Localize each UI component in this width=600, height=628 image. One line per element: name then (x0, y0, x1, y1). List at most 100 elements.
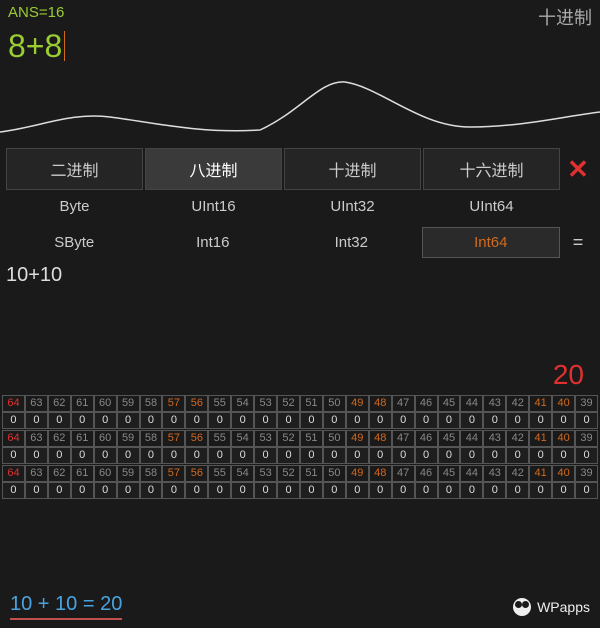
type-button[interactable]: UInt32 (284, 192, 421, 221)
bit-value[interactable]: 0 (185, 447, 208, 464)
bit-value[interactable]: 0 (506, 447, 529, 464)
bit-value[interactable]: 0 (323, 412, 346, 429)
expression-input[interactable]: 8+8 (0, 30, 600, 62)
bit-value[interactable]: 0 (529, 482, 552, 499)
radix-tab[interactable]: 二进制 (6, 148, 143, 190)
bit-value[interactable]: 0 (575, 447, 598, 464)
type-button[interactable]: Int16 (145, 228, 282, 257)
bit-value[interactable]: 0 (2, 447, 25, 464)
bit-value[interactable]: 0 (575, 482, 598, 499)
bit-value[interactable]: 0 (71, 412, 94, 429)
bit-value[interactable]: 0 (185, 482, 208, 499)
bit-value[interactable]: 0 (506, 482, 529, 499)
bit-value[interactable]: 0 (140, 482, 163, 499)
bit-value[interactable]: 0 (231, 482, 254, 499)
bit-value[interactable]: 0 (277, 482, 300, 499)
bit-value[interactable]: 0 (438, 412, 461, 429)
bit-value[interactable]: 0 (277, 412, 300, 429)
bit-value[interactable]: 0 (162, 447, 185, 464)
bit-value[interactable]: 0 (483, 447, 506, 464)
bit-value[interactable]: 0 (162, 482, 185, 499)
bit-value[interactable]: 0 (552, 482, 575, 499)
bit-value[interactable]: 0 (483, 412, 506, 429)
bit-value[interactable]: 0 (48, 412, 71, 429)
bit-value[interactable]: 0 (254, 412, 277, 429)
bit-index: 49 (346, 430, 369, 447)
bit-value[interactable]: 0 (208, 447, 231, 464)
bit-value[interactable]: 0 (140, 447, 163, 464)
bit-value[interactable]: 0 (208, 412, 231, 429)
type-button[interactable]: Int32 (283, 228, 420, 257)
bit-value[interactable]: 0 (575, 412, 598, 429)
bit-value[interactable]: 0 (2, 482, 25, 499)
bit-value[interactable]: 0 (415, 447, 438, 464)
bit-value[interactable]: 0 (438, 482, 461, 499)
bit-value[interactable]: 0 (369, 447, 392, 464)
radix-tab[interactable]: 八进制 (145, 148, 282, 190)
bit-value[interactable]: 0 (300, 482, 323, 499)
bit-value[interactable]: 0 (506, 412, 529, 429)
bit-value[interactable]: 0 (300, 447, 323, 464)
type-button[interactable]: SByte (6, 228, 143, 257)
bit-value[interactable]: 0 (117, 482, 140, 499)
bit-value[interactable]: 0 (346, 447, 369, 464)
type-button[interactable]: UInt64 (423, 192, 560, 221)
equals-button[interactable]: = (562, 232, 594, 253)
bit-value[interactable]: 0 (323, 482, 346, 499)
radix-tab[interactable]: 十进制 (284, 148, 421, 190)
bit-value[interactable]: 0 (369, 412, 392, 429)
bit-value[interactable]: 0 (346, 482, 369, 499)
bit-value[interactable]: 0 (162, 412, 185, 429)
bit-value[interactable]: 0 (71, 482, 94, 499)
bit-value[interactable]: 0 (460, 412, 483, 429)
bit-value[interactable]: 0 (117, 447, 140, 464)
radix-tab[interactable]: 十六进制 (423, 148, 560, 190)
bit-value[interactable]: 0 (529, 412, 552, 429)
bit-index: 40 (552, 395, 575, 412)
bit-value[interactable]: 0 (277, 447, 300, 464)
bit-value[interactable]: 0 (2, 412, 25, 429)
bit-value[interactable]: 0 (185, 412, 208, 429)
type-button[interactable]: Byte (6, 192, 143, 221)
bit-index: 47 (392, 465, 415, 482)
bit-value[interactable]: 0 (300, 412, 323, 429)
bit-value[interactable]: 0 (392, 412, 415, 429)
work-input[interactable]: 10+10 (6, 262, 594, 289)
bit-value[interactable]: 0 (552, 447, 575, 464)
bit-value[interactable]: 0 (94, 482, 117, 499)
expression-text: 8+8 (8, 28, 62, 65)
bit-value[interactable]: 0 (94, 412, 117, 429)
bit-value[interactable]: 0 (254, 447, 277, 464)
bit-value[interactable]: 0 (369, 482, 392, 499)
bit-value[interactable]: 0 (392, 447, 415, 464)
bit-value[interactable]: 0 (140, 412, 163, 429)
bit-value[interactable]: 0 (48, 447, 71, 464)
bit-index: 48 (369, 395, 392, 412)
bit-value[interactable]: 0 (460, 482, 483, 499)
type-button[interactable]: Int64 (422, 227, 561, 258)
bit-value[interactable]: 0 (25, 447, 48, 464)
bit-value[interactable]: 0 (94, 447, 117, 464)
bit-value[interactable]: 0 (483, 482, 506, 499)
bit-value[interactable]: 0 (25, 482, 48, 499)
bit-value[interactable]: 0 (117, 412, 140, 429)
bit-value[interactable]: 0 (254, 482, 277, 499)
bit-value[interactable]: 0 (323, 447, 346, 464)
bit-value[interactable]: 0 (48, 482, 71, 499)
bit-value[interactable]: 0 (552, 412, 575, 429)
bit-value[interactable]: 0 (25, 412, 48, 429)
close-icon[interactable]: ✕ (562, 154, 594, 185)
bit-value[interactable]: 0 (208, 482, 231, 499)
bit-value[interactable]: 0 (415, 412, 438, 429)
bit-value[interactable]: 0 (231, 447, 254, 464)
bit-value[interactable]: 0 (529, 447, 552, 464)
bit-value[interactable]: 0 (392, 482, 415, 499)
type-button[interactable]: UInt16 (145, 192, 282, 221)
bit-value[interactable]: 0 (415, 482, 438, 499)
bit-value[interactable]: 0 (71, 447, 94, 464)
bit-value[interactable]: 0 (460, 447, 483, 464)
bit-index: 41 (529, 465, 552, 482)
bit-value[interactable]: 0 (346, 412, 369, 429)
bit-value[interactable]: 0 (231, 412, 254, 429)
bit-value[interactable]: 0 (438, 447, 461, 464)
